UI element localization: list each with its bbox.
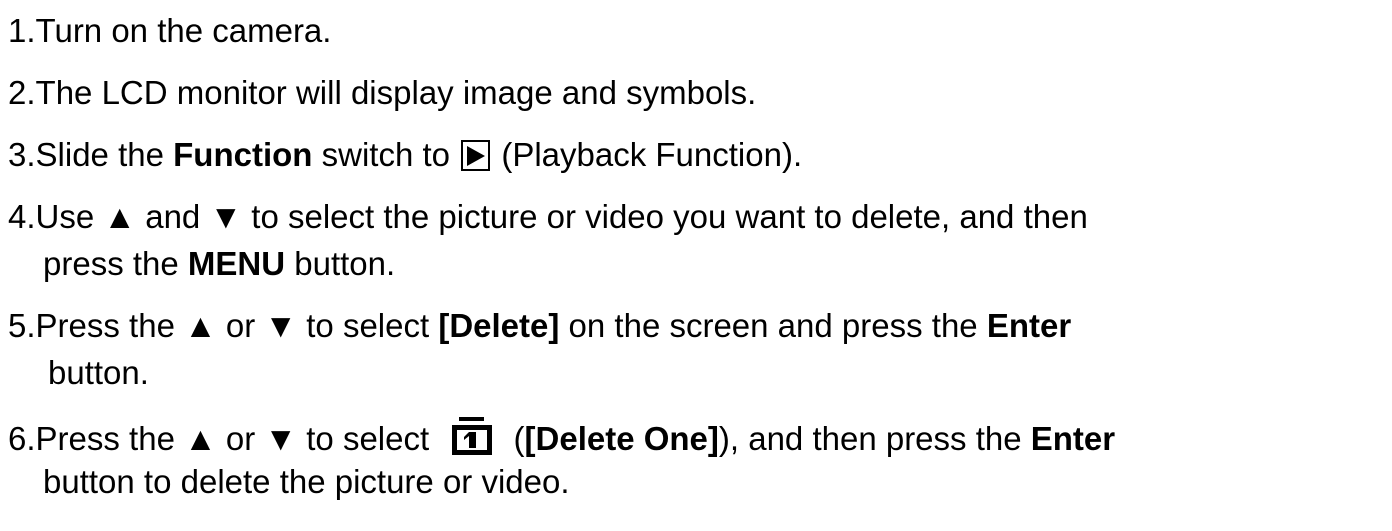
step-5-text-before: Press the ▲ or ▼ to select [35,307,439,344]
step-3-text-mid: switch to [312,136,460,173]
step-1-text: Turn on the camera. [35,12,332,49]
step-3-text-before: Slide the [35,136,174,173]
step-3-number: 3. [8,136,36,173]
step-6-delete-one-label: [Delete One] [524,420,719,457]
delete-one-icon [450,416,494,456]
step-4-number: 4. [8,198,36,235]
step-4-text-line-1: Use ▲ and ▼ to select the picture or vid… [35,198,1088,235]
step-4-menu-label: MENU [187,245,286,282]
step-5-line-1: 5.Press the ▲ or ▼ to select [Delete] on… [8,307,1071,345]
step-5-delete-label: [Delete] [438,307,560,344]
step-6-enter-label: Enter [1030,420,1116,457]
step-4-line-2: press the MENU button. [43,245,395,283]
step-1: 1.Turn on the camera. [8,12,331,50]
step-3: 3.Slide the Function switch to (Playback… [8,136,802,174]
step-4-text-before: press the [43,245,188,282]
playback-icon [461,140,491,171]
step-2-number: 2. [8,74,36,111]
step-6-number: 6. [8,420,36,457]
step-2-text: The LCD monitor will display image and s… [35,74,757,111]
step-5-enter-label: Enter [986,307,1072,344]
step-6-paren-open: ( [504,420,525,457]
step-5-text-mid: on the screen and press the [559,307,987,344]
step-5-number: 5. [8,307,36,344]
step-2: 2.The LCD monitor will display image and… [8,74,756,112]
step-4-text-after: button. [285,245,396,282]
step-3-function-label: Function [173,136,313,173]
step-6-text-mid: ), and then press the [718,420,1031,457]
step-4-line-1: 4.Use ▲ and ▼ to select the picture or v… [8,198,1088,236]
instruction-document: 1.Turn on the camera. 2.The LCD monitor … [0,0,1392,531]
step-6-line-1: 6.Press the ▲ or ▼ to select ([Delete On… [8,416,1115,458]
step-5-text-line-2: button. [48,354,149,391]
step-3-text-after: (Playback Function). [492,136,803,173]
step-6-line-2: button to delete the picture or video. [43,463,570,501]
step-1-number: 1. [8,12,36,49]
step-6-text-before: Press the ▲ or ▼ to select [35,420,439,457]
step-5-line-2: button. [48,354,149,392]
step-6-text-line-2: button to delete the picture or video. [43,463,570,500]
